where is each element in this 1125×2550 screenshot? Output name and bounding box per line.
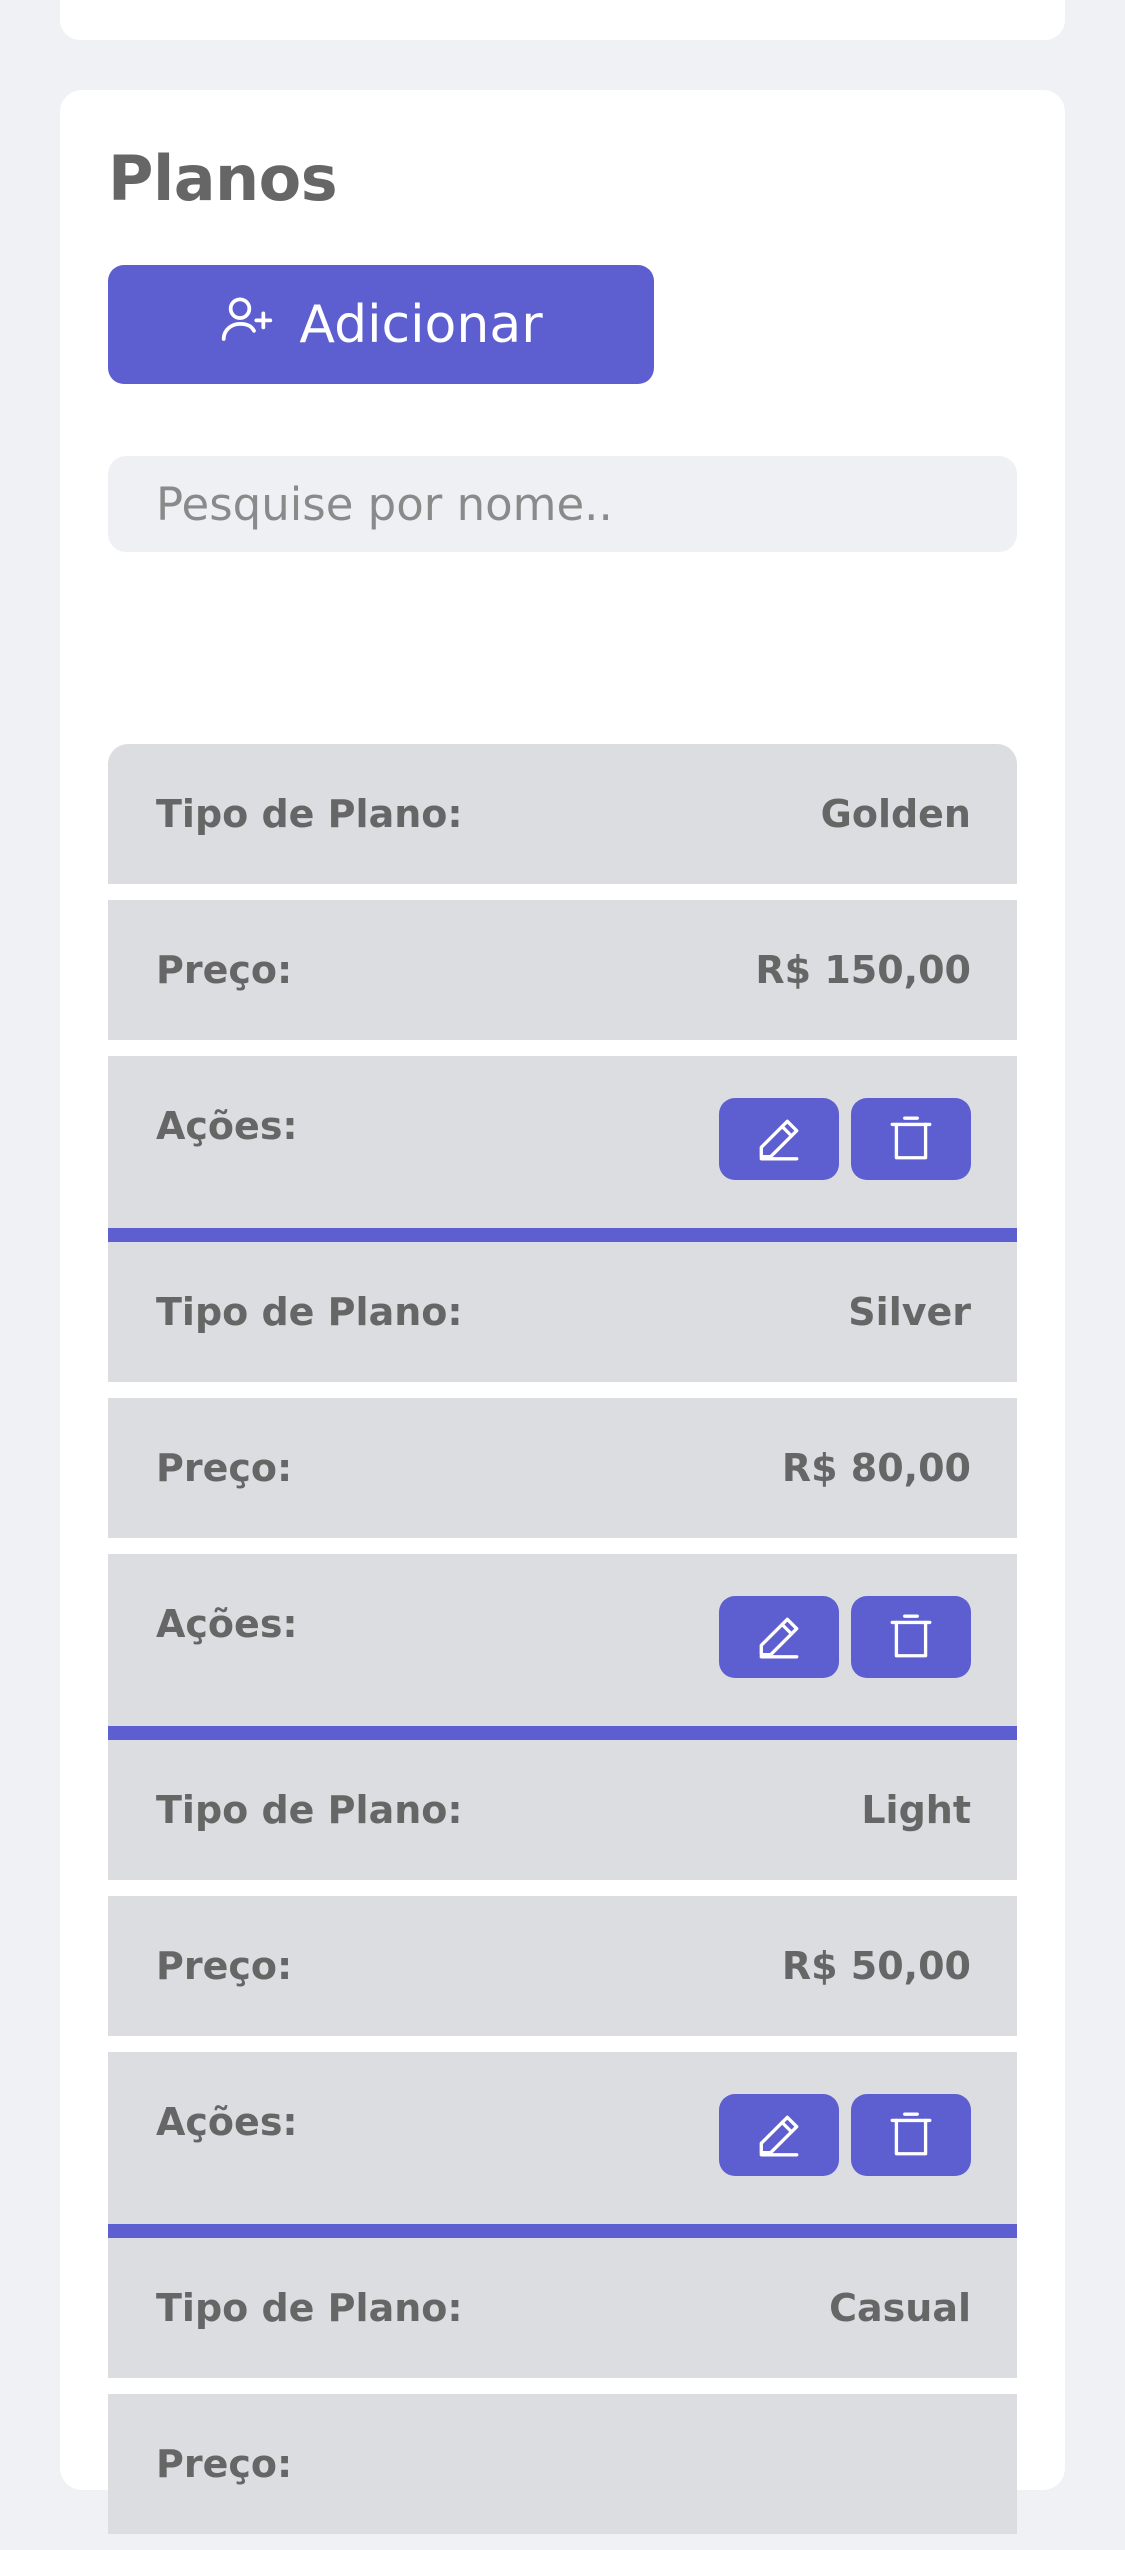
search-input[interactable]: [108, 456, 1017, 552]
edit-plan-button[interactable]: [719, 1098, 839, 1180]
plan-price-value: R$ 150,00: [755, 948, 971, 992]
plan-item: Tipo de Plano: Casual Preço:: [108, 2238, 1017, 2534]
delete-plan-button[interactable]: [851, 1098, 971, 1180]
plan-price-value: R$ 50,00: [781, 1944, 971, 1988]
plan-separator: [108, 1228, 1017, 1242]
plan-price-row: Preço: R$ 80,00: [108, 1398, 1017, 1538]
plan-price-row: Preço: R$ 50,00: [108, 1896, 1017, 2036]
plan-type-value: Light: [861, 1788, 971, 1832]
trash-icon: [890, 1614, 932, 1658]
plan-action-buttons: [719, 1596, 971, 1678]
plan-actions-label: Ações:: [156, 1104, 298, 1148]
page-title: Planos: [108, 142, 338, 215]
delete-plan-button[interactable]: [851, 1596, 971, 1678]
plan-item: Tipo de Plano: Light Preço: R$ 50,00 Açõ…: [108, 1740, 1017, 2238]
delete-plan-button[interactable]: [851, 2094, 971, 2176]
plan-price-label: Preço:: [156, 1446, 293, 1490]
plan-type-label: Tipo de Plano:: [156, 2286, 463, 2330]
add-plan-button[interactable]: Adicionar: [108, 265, 654, 384]
pencil-icon: [759, 1119, 799, 1161]
plan-separator: [108, 1726, 1017, 1740]
plan-type-value: Silver: [848, 1290, 971, 1334]
plan-action-buttons: [719, 2094, 971, 2176]
trash-icon: [890, 1116, 932, 1160]
plan-type-label: Tipo de Plano:: [156, 1788, 463, 1832]
plan-type-label: Tipo de Plano:: [156, 1290, 463, 1334]
plan-price-value: R$ 80,00: [781, 1446, 971, 1490]
plan-type-row: Tipo de Plano: Golden: [108, 744, 1017, 884]
plan-price-label: Preço:: [156, 948, 293, 992]
plans-card: Planos Adicionar Tipo de Plano: Golden P…: [60, 90, 1065, 2534]
add-plan-label: Adicionar: [299, 294, 543, 355]
trash-icon: [890, 2112, 932, 2156]
pencil-icon: [759, 2115, 799, 2157]
plan-actions-label: Ações:: [156, 2100, 298, 2144]
plans-list: Tipo de Plano: Golden Preço: R$ 150,00 A…: [108, 744, 1017, 2550]
previous-card: [60, 0, 1065, 40]
plan-price-row: Preço: R$ 150,00: [108, 900, 1017, 1040]
plan-item: Tipo de Plano: Golden Preço: R$ 150,00 A…: [108, 744, 1017, 1242]
edit-plan-button[interactable]: [719, 2094, 839, 2176]
plan-actions-row: Ações:: [108, 1056, 1017, 1228]
plan-type-label: Tipo de Plano:: [156, 792, 463, 836]
plan-type-value: Casual: [829, 2286, 971, 2330]
plan-item: Tipo de Plano: Silver Preço: R$ 80,00 Aç…: [108, 1242, 1017, 1740]
plan-actions-row: Ações:: [108, 1554, 1017, 1726]
edit-plan-button[interactable]: [719, 1596, 839, 1678]
plan-type-row: Tipo de Plano: Casual: [108, 2238, 1017, 2378]
plan-type-value: Golden: [820, 792, 971, 836]
user-plus-icon: [219, 290, 275, 359]
plan-price-label: Preço:: [156, 1944, 293, 1988]
plan-type-row: Tipo de Plano: Silver: [108, 1242, 1017, 1382]
pencil-icon: [759, 1617, 799, 1659]
plan-action-buttons: [719, 1098, 971, 1180]
plan-actions-row: Ações:: [108, 2052, 1017, 2224]
plan-actions-label: Ações:: [156, 1602, 298, 1646]
plan-separator: [108, 2224, 1017, 2238]
plan-price-row: Preço:: [108, 2394, 1017, 2534]
plan-type-row: Tipo de Plano: Light: [108, 1740, 1017, 1880]
plan-price-label: Preço:: [156, 2442, 293, 2486]
